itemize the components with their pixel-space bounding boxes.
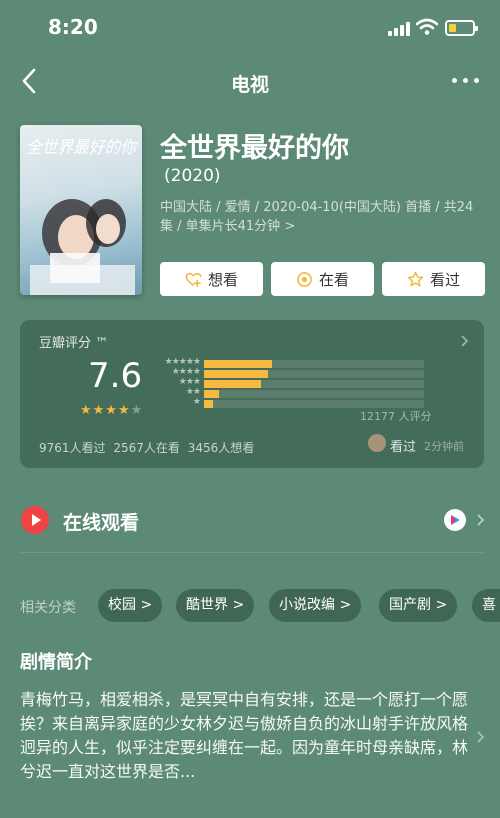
tag-chip[interactable]: 国产剧 > [379, 589, 458, 622]
online-watch-label[interactable]: 在线观看 [63, 508, 139, 535]
rating-stars-empty: ★ [130, 403, 144, 418]
rating-bar-track [204, 360, 424, 368]
rating-bar-label: ★★★ [178, 377, 201, 387]
watched-status: 看过 [390, 440, 417, 455]
rating-title: 豆瓣评分 ™ [39, 336, 109, 351]
synopsis-text[interactable]: 青梅竹马，相爱相杀，是冥冥中自有安排，还是一个愿打一个愿挨？来自离异家庭的少女林… [20, 688, 470, 784]
show-meta[interactable]: 中国大陆 / 爱情 / 2020-04-10(中国大陆) 首播 / 共24集 /… [160, 198, 486, 236]
watched-label: 看过 [429, 270, 460, 289]
rating-bar-fill [204, 380, 261, 388]
poster-artwork: 全世界最好的你 [26, 138, 139, 295]
watching-label: 在看 [318, 270, 349, 289]
more-options-icon[interactable] [450, 72, 482, 90]
rating-bar-fill [204, 400, 213, 408]
nav-title: 电视 [230, 74, 269, 96]
show-title: 全世界最好的你 [160, 133, 349, 164]
tags-label: 相关分类 [20, 600, 76, 616]
rating-bar-track [204, 380, 424, 388]
rating-bar-fill [204, 360, 272, 368]
rating-stars: ★★★★★ [80, 403, 143, 418]
chevron-right-icon [461, 335, 469, 347]
rating-bar-track [204, 370, 424, 378]
rating-score: 7.6 [88, 356, 143, 396]
rating-footer: 9761人看过 2567人在看 3456人想看 [39, 441, 255, 455]
status-bar: 8:20 [0, 0, 500, 56]
watching-button[interactable]: 在看 [271, 262, 374, 296]
rating-bar-label: ★★ [185, 387, 201, 397]
rating-bar-label: ★★★★ [171, 367, 201, 377]
want-to-watch-label: 想看 [207, 270, 238, 289]
rating-bar-label: ★ [192, 397, 201, 407]
rating-bar-fill [204, 390, 219, 398]
rating-bar-track [204, 400, 424, 408]
tag-chip[interactable]: 酷世界 > [176, 589, 255, 622]
status-time: 8:20 [48, 15, 98, 39]
cellular-signal-icon [388, 22, 410, 36]
chevron-right-icon[interactable] [476, 730, 486, 744]
rating-bar-fill [204, 370, 268, 378]
rating-card[interactable]: 豆瓣评分 ™ 7.6 ★★★★★ ★★★★★ ★★★★ ★★★ ★★ ★ 12177 人… [20, 320, 484, 468]
watched-time: 2分钟前 [424, 440, 464, 453]
star-outline-icon [407, 271, 424, 286]
play-icon[interactable] [21, 506, 49, 534]
watched-button[interactable]: 看过 [382, 262, 485, 296]
show-year: (2020) [164, 166, 221, 186]
rating-stars-filled: ★★★★ [80, 403, 131, 418]
want-to-watch-button[interactable]: 想看 [160, 262, 263, 296]
chevron-right-icon[interactable] [476, 513, 486, 527]
tag-chip[interactable]: 小说改编 > [269, 589, 362, 622]
poster-image[interactable]: 全世界最好的你 [20, 125, 142, 295]
tag-chip[interactable]: 校园 > [98, 589, 163, 622]
rating-count: 12177 人评分 [360, 410, 432, 423]
rating-bar-track [204, 390, 424, 398]
avatar[interactable] [368, 434, 386, 452]
youku-logo-icon[interactable] [444, 509, 466, 531]
rating-bar-label: ★★★★★ [164, 357, 201, 367]
poster-title-art: 全世界最好的你 [26, 138, 139, 158]
battery-icon [445, 20, 478, 36]
divider [20, 552, 484, 553]
tag-chip[interactable]: 喜 [472, 589, 500, 622]
synopsis-heading: 剧情简介 [20, 652, 92, 673]
target-icon [297, 271, 312, 287]
heart-plus-icon [185, 272, 202, 287]
wifi-icon [416, 18, 438, 35]
